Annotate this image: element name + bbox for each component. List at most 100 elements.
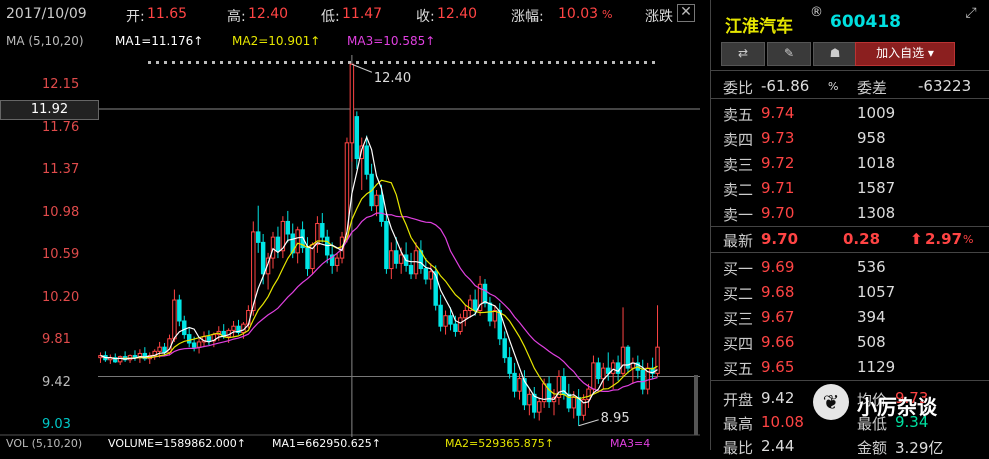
add-watchlist-button[interactable]: 加入自选 ▾ <box>855 42 955 66</box>
ask-price: 9.72 <box>761 154 795 172</box>
weicha-value: -63223 <box>918 77 972 95</box>
bid-volume: 1057 <box>857 283 896 301</box>
info-high: 12.40 <box>248 6 289 22</box>
candle-up <box>334 257 340 266</box>
info-extra-label: 涨跌 <box>645 9 673 25</box>
stats-row-1: 开盘 9.42 均价 9.73 <box>711 386 989 411</box>
candle-up <box>349 63 355 144</box>
ma-indicator-bar: MA (5,10,20) MA1=11.176↑ MA2=10.901↑ MA3… <box>0 30 700 52</box>
event-marker <box>372 61 375 64</box>
candle-up <box>389 250 394 270</box>
event-marker <box>468 61 471 64</box>
event-marker <box>388 61 391 64</box>
ma3-line <box>100 212 658 392</box>
ask-label: 卖四 <box>723 131 754 149</box>
ask-row: 卖五 9.74 1009 <box>711 101 989 126</box>
add-watchlist-label: 加入自选 <box>876 46 925 60</box>
latest-label: 最新 <box>723 232 754 250</box>
event-marker <box>516 61 519 64</box>
event-marker <box>644 61 647 64</box>
candle-down <box>275 236 281 252</box>
event-marker <box>316 61 319 64</box>
bid-price: 9.68 <box>761 283 795 301</box>
y-tick: 10.59 <box>42 247 80 262</box>
candle-down <box>305 247 310 270</box>
candle-up <box>591 362 596 390</box>
alert-button[interactable]: ☗ <box>813 42 857 66</box>
kline-chart-panel[interactable]: 2017/10/09 开: 11.65 高: 12.40 低: 11.47 收:… <box>0 0 711 450</box>
registered-mark: ® <box>810 5 823 20</box>
event-marker <box>476 61 479 64</box>
event-marker <box>572 61 575 64</box>
open-value: 9.42 <box>761 389 795 407</box>
quote-panel: 江淮汽车 ® 600418 ⤢ ⇄ ✎ ☗ 加入自选 ▾ 委比 -61.86 %… <box>711 0 989 457</box>
high-label: 最高 <box>723 415 754 433</box>
event-marker <box>524 61 527 64</box>
up-arrow-icon: ⬆ <box>910 230 923 248</box>
draw-button[interactable]: ✎ <box>767 42 811 66</box>
ma-title: MA (5,10,20) <box>6 34 84 48</box>
event-marker <box>380 61 383 64</box>
expand-icon[interactable]: ⤢ <box>963 5 979 21</box>
event-marker <box>324 61 327 64</box>
weibi-label: 委比 <box>723 79 754 97</box>
ask-volume: 1009 <box>857 104 896 122</box>
event-marker <box>284 61 287 64</box>
weibi-unit: % <box>828 80 839 93</box>
info-close-label: 收: <box>416 9 435 25</box>
wechat-icon: ❦ <box>813 384 849 420</box>
candle-down <box>379 194 384 222</box>
close-button[interactable]: ✕ <box>677 4 695 22</box>
high-value: 10.08 <box>761 413 804 431</box>
event-marker <box>300 61 303 64</box>
candle-down <box>394 250 399 264</box>
event-marker <box>436 61 439 64</box>
chart-scrollbar <box>694 375 698 435</box>
ask-row: 卖三 9.72 1018 <box>711 151 989 176</box>
candle-down <box>206 336 212 342</box>
candle-down <box>191 342 197 348</box>
cursor-price-label: 11.92 <box>0 100 99 120</box>
info-open-label: 开: <box>126 9 145 25</box>
event-marker <box>564 61 567 64</box>
event-marker <box>156 61 159 64</box>
candle-down <box>453 323 458 332</box>
event-marker <box>276 61 279 64</box>
event-marker <box>636 61 639 64</box>
candle-up <box>463 309 468 319</box>
vol-ma3: MA3=4 <box>610 437 651 450</box>
bid-label: 买二 <box>723 285 754 303</box>
info-change: 10.03 <box>558 6 599 22</box>
candle-down <box>186 334 192 344</box>
ma3-value: MA3=10.585↑ <box>347 34 436 48</box>
candle-down <box>182 320 187 336</box>
event-marker <box>220 61 223 64</box>
latest-pct: 2.97 <box>925 230 963 248</box>
event-marker <box>612 61 615 64</box>
kline-plot[interactable]: 12.40 8.95 <box>0 55 700 437</box>
event-marker <box>340 61 343 64</box>
event-marker <box>420 61 423 64</box>
event-marker <box>164 61 167 64</box>
info-change-unit: % <box>602 8 613 21</box>
bid-volume: 1129 <box>857 358 896 376</box>
info-date: 2017/10/09 <box>6 6 87 22</box>
ask-volume: 1018 <box>857 154 896 172</box>
candle-up <box>270 236 276 259</box>
event-marker <box>332 61 335 64</box>
bid-volume: 394 <box>857 308 886 326</box>
weibi-value: -61.86 <box>761 77 810 95</box>
event-marker <box>428 61 431 64</box>
candle-down <box>320 223 325 238</box>
y-tick: 12.15 <box>42 77 80 92</box>
bid-price: 9.65 <box>761 358 795 376</box>
ma1-value: MA1=11.176↑ <box>115 34 204 48</box>
event-marker <box>244 61 247 64</box>
event-marker <box>236 61 239 64</box>
ask-price: 9.71 <box>761 179 795 197</box>
dropdown-icon: ▾ <box>927 46 934 60</box>
weicha-label: 委差 <box>857 79 888 97</box>
candle-down <box>260 241 266 275</box>
switch-button[interactable]: ⇄ <box>721 42 765 66</box>
bid-label: 买四 <box>723 335 754 353</box>
